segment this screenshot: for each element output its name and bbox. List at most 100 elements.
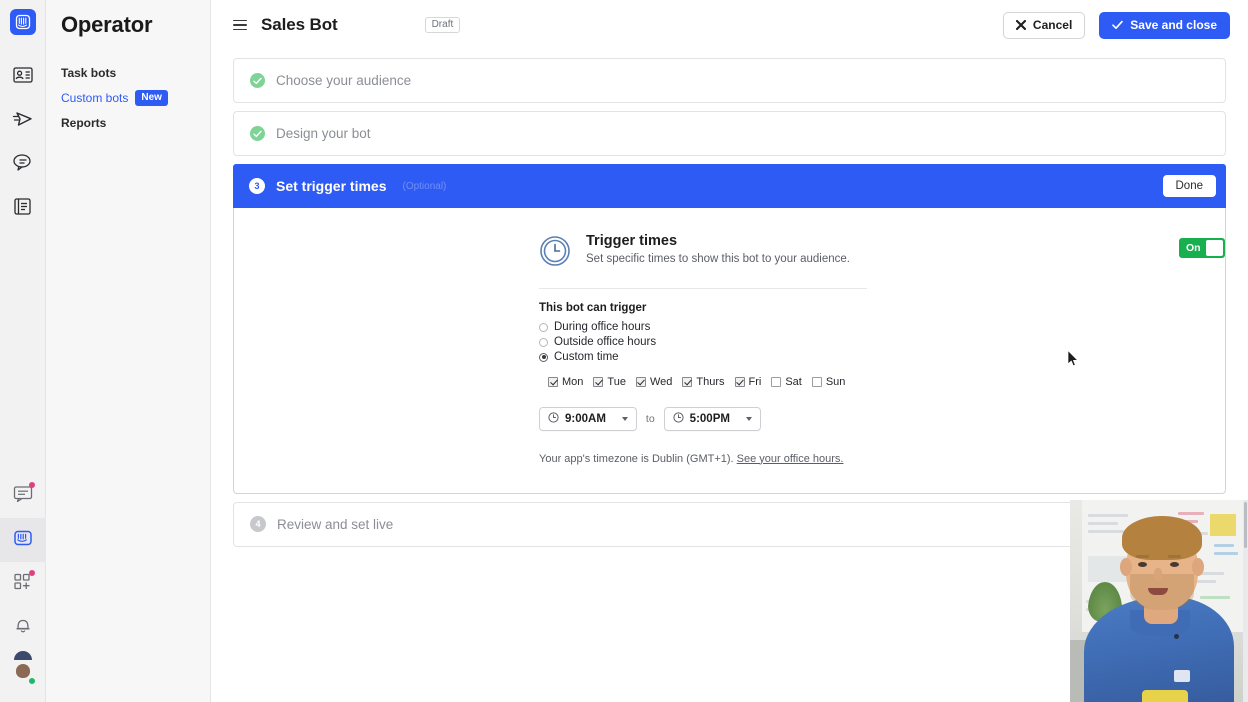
step-card-choose-audience[interactable]: Choose your audience bbox=[233, 58, 1226, 103]
rail-item-articles[interactable] bbox=[0, 187, 46, 231]
mouse-pointer bbox=[1067, 350, 1079, 372]
sidebar-item-task-bots[interactable]: Task bots bbox=[61, 60, 210, 85]
day-checkbox-group: Mon Tue Wed bbox=[548, 376, 1225, 388]
trigger-heading: Trigger times bbox=[586, 233, 1142, 249]
day-checkbox-mon[interactable]: Mon bbox=[548, 376, 583, 388]
day-checkbox-tue[interactable]: Tue bbox=[593, 376, 626, 388]
speech-bubble-icon bbox=[12, 153, 33, 177]
checkbox-icon bbox=[636, 377, 646, 387]
start-time-select[interactable]: 9:00AM bbox=[539, 407, 637, 431]
step-number-badge: 4 bbox=[250, 516, 266, 532]
sidebar-item-custom-bots[interactable]: Custom bots New bbox=[61, 85, 210, 110]
new-badge: New bbox=[135, 90, 168, 106]
step-header[interactable]: Design your bot bbox=[234, 112, 1225, 155]
bell-icon bbox=[14, 616, 32, 640]
clock-small-icon bbox=[548, 410, 559, 428]
office-hours-link[interactable]: See your office hours. bbox=[737, 453, 844, 465]
time-range-row: 9:00AM to bbox=[539, 407, 1225, 431]
trigger-subtext: Set specific times to show this bot to y… bbox=[586, 253, 1142, 265]
hamburger-menu-icon[interactable] bbox=[233, 20, 247, 31]
page-scrollbar[interactable] bbox=[1243, 500, 1248, 702]
inbox-icon bbox=[13, 485, 33, 507]
rail-item-notifications[interactable] bbox=[0, 606, 46, 650]
close-x-icon bbox=[1016, 20, 1026, 30]
cancel-button[interactable]: Cancel bbox=[1003, 12, 1085, 39]
radio-icon-selected bbox=[539, 353, 548, 362]
time-range-separator: to bbox=[646, 413, 655, 425]
radio-option-custom-time[interactable]: Custom time bbox=[539, 350, 1225, 365]
end-time-select[interactable]: 5:00PM bbox=[664, 407, 761, 431]
day-label: Mon bbox=[562, 376, 583, 388]
online-status-dot bbox=[28, 677, 36, 685]
step-card-design-bot[interactable]: Design your bot bbox=[233, 111, 1226, 156]
step-header: 3 Set trigger times (Optional) Done bbox=[233, 164, 1226, 208]
clock-small-icon bbox=[673, 410, 684, 428]
top-bar: Sales Bot Draft Cancel Save and bbox=[211, 0, 1248, 50]
day-checkbox-fri[interactable]: Fri bbox=[735, 376, 762, 388]
intercom-logo-icon[interactable] bbox=[10, 9, 36, 35]
page-title: Sales Bot bbox=[261, 15, 338, 35]
step-card-set-trigger-times: 3 Set trigger times (Optional) Done bbox=[233, 164, 1226, 494]
status-badge: Draft bbox=[425, 17, 461, 33]
day-checkbox-wed[interactable]: Wed bbox=[636, 376, 672, 388]
sidebar-item-label: Reports bbox=[61, 116, 106, 130]
apps-add-icon bbox=[13, 572, 32, 596]
radio-option-outside-office-hours[interactable]: Outside office hours bbox=[539, 335, 1225, 350]
lapel-microphone bbox=[1174, 634, 1179, 639]
sidebar-item-label: Task bots bbox=[61, 66, 116, 80]
done-button[interactable]: Done bbox=[1163, 175, 1217, 197]
step-header[interactable]: Choose your audience bbox=[234, 59, 1225, 102]
radio-label: Outside office hours bbox=[554, 336, 656, 348]
articles-icon bbox=[13, 197, 32, 221]
icon-rail bbox=[0, 0, 46, 702]
rail-item-inbox[interactable] bbox=[0, 474, 46, 518]
radio-label: During office hours bbox=[554, 321, 650, 333]
contacts-icon bbox=[13, 66, 33, 89]
rail-item-outbound[interactable] bbox=[0, 99, 46, 143]
step-complete-check-icon bbox=[250, 73, 265, 88]
toggle-knob bbox=[1206, 240, 1223, 256]
chevron-down-icon bbox=[746, 417, 752, 421]
rail-item-messages[interactable] bbox=[0, 143, 46, 187]
divider bbox=[539, 288, 867, 289]
step-optional-label: (Optional) bbox=[402, 181, 446, 192]
sidebar-item-label: Custom bots bbox=[61, 91, 128, 105]
clock-icon bbox=[539, 235, 571, 272]
day-label: Sat bbox=[785, 376, 802, 388]
day-label: Thurs bbox=[696, 376, 724, 388]
save-and-close-button[interactable]: Save and close bbox=[1099, 12, 1230, 39]
step-title: Review and set live bbox=[277, 517, 393, 532]
sidebar-item-reports[interactable]: Reports bbox=[61, 110, 210, 135]
checkbox-icon bbox=[735, 377, 745, 387]
rail-item-contacts[interactable] bbox=[0, 55, 46, 99]
start-time-value: 9:00AM bbox=[565, 413, 606, 425]
webcam-video-overlay[interactable] bbox=[1070, 500, 1248, 702]
checkbox-icon bbox=[771, 377, 781, 387]
checkbox-icon bbox=[593, 377, 603, 387]
product-sidebar: Operator Task bots Custom bots New Repor… bbox=[46, 0, 211, 702]
step-number-badge: 3 bbox=[249, 178, 265, 194]
day-checkbox-sat[interactable]: Sat bbox=[771, 376, 802, 388]
step-title: Design your bot bbox=[276, 126, 371, 141]
radio-option-during-office-hours[interactable]: During office hours bbox=[539, 320, 1225, 335]
toggle-label: On bbox=[1181, 242, 1206, 254]
product-title: Operator bbox=[61, 12, 210, 38]
save-button-label: Save and close bbox=[1130, 18, 1217, 32]
checkbox-icon bbox=[682, 377, 692, 387]
step-title: Choose your audience bbox=[276, 73, 411, 88]
checkbox-icon bbox=[548, 377, 558, 387]
chevron-down-icon bbox=[622, 417, 628, 421]
notification-dot bbox=[29, 482, 35, 488]
shirt-logo bbox=[1174, 670, 1190, 682]
day-label: Sun bbox=[826, 376, 846, 388]
checkbox-icon bbox=[812, 377, 822, 387]
trigger-header: Trigger times Set specific times to show… bbox=[539, 233, 1225, 272]
user-avatar[interactable] bbox=[0, 650, 46, 694]
trigger-section-heading: This bot can trigger bbox=[539, 302, 1225, 314]
trigger-times-toggle[interactable]: On bbox=[1179, 238, 1225, 258]
day-checkbox-thurs[interactable]: Thurs bbox=[682, 376, 724, 388]
day-checkbox-sun[interactable]: Sun bbox=[812, 376, 846, 388]
rail-item-apps[interactable] bbox=[0, 562, 46, 606]
rail-item-operator[interactable] bbox=[0, 518, 46, 562]
cancel-button-label: Cancel bbox=[1033, 18, 1072, 32]
